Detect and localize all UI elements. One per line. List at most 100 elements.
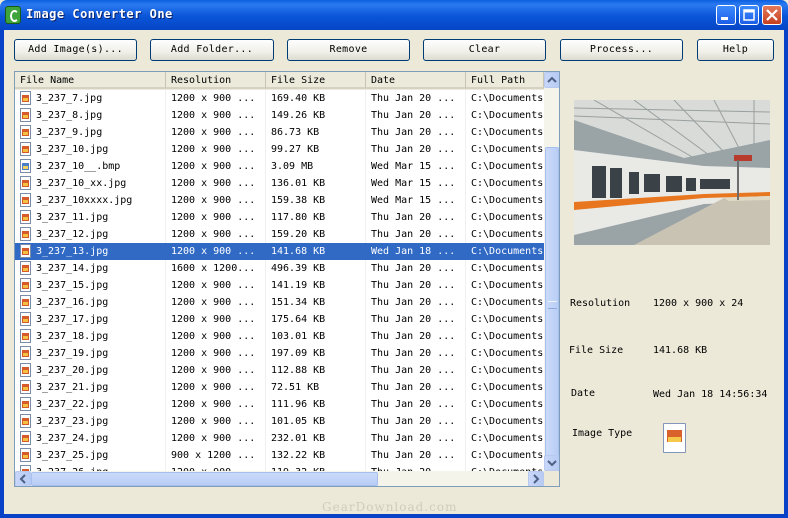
help-button[interactable]: Help [697,39,774,61]
table-row[interactable]: 3_237_24.jpg 1200 x 900 ... 232.01 KB Thu J… [15,430,544,447]
full-path-cell: C:\Documents [471,263,544,274]
resolution-cell: 1200 x 900 ... [171,110,256,121]
table-row[interactable]: 3_237_16.jpg 1200 x 900 ... 151.34 KB Thu J… [15,294,544,311]
date-cell: Thu Jan 20 ... [371,280,456,291]
add-folder-button[interactable]: Add Folder... [150,39,274,61]
column-header-resolution[interactable]: Resolution [166,72,266,89]
horizontal-scrollbar[interactable] [15,471,544,486]
file-size-cell: 117.80 KB [271,212,326,223]
column-divider [465,277,466,294]
resolution-cell: 1200 x 900 ... [171,382,256,393]
column-divider [165,447,166,464]
column-divider [265,294,266,311]
column-divider [365,328,366,345]
table-row[interactable]: 3_237_11.jpg 1200 x 900 ... 117.80 KB Thu J… [15,209,544,226]
table-row[interactable]: 3_237_10_xx.jpg 1200 x 900 ... 136.01 KB We… [15,175,544,192]
resolution-cell: 1200 x 900 ... [171,280,256,291]
scroll-down-button[interactable] [544,455,559,471]
date-cell: Wed Mar 15 ... [371,178,456,189]
column-divider [465,447,466,464]
file-size-cell: 159.38 KB [271,195,326,206]
column-divider [165,124,166,141]
resolution-cell: 1200 x 900 ... [171,195,256,206]
file-size-cell: 72.51 KB [271,382,320,393]
table-row[interactable]: 3_237_8.jpg 1200 x 900 ... 149.26 KB Thu Ja… [15,107,544,124]
clear-button[interactable]: Clear [423,39,546,61]
date-cell: Wed Jan 18 ... [371,246,456,257]
chevron-up-icon [547,76,557,83]
table-row[interactable]: 3_237_10__.bmp 1200 x 900 ... 3.09 MB Wed M… [15,158,544,175]
date-cell: Thu Jan 20 ... [371,365,456,376]
remove-button[interactable]: Remove [287,39,410,61]
minimize-button[interactable] [716,5,736,25]
table-row[interactable]: 3_237_13.jpg 1200 x 900 ... 141.68 KB Wed J… [15,243,544,260]
column-divider [265,192,266,209]
date-cell: Thu Jan 20 ... [371,263,456,274]
table-row[interactable]: 3_237_25.jpg 900 x 1200 ... 132.22 KB Thu J… [15,447,544,464]
table-row[interactable]: 3_237_18.jpg 1200 x 900 ... 103.01 KB Thu J… [15,328,544,345]
column-divider [165,141,166,158]
vertical-scrollbar[interactable] [544,72,559,471]
date-value: Wed Jan 18 14:56:34 [653,389,768,400]
file-name-cell: 3_237_23.jpg [36,416,109,427]
scroll-up-button[interactable] [544,72,559,88]
resolution-cell: 1200 x 900 ... [171,433,256,444]
column-header-full-path[interactable]: Full Path [466,72,544,89]
date-cell: Thu Jan 20 ... [371,229,456,240]
table-row[interactable]: 3_237_21.jpg 1200 x 900 ... 72.51 KB Thu Ja… [15,379,544,396]
column-header-date[interactable]: Date [366,72,466,89]
resolution-label: Resolution [570,298,631,309]
date-cell: Thu Jan 20 ... [371,212,456,223]
column-divider [265,107,266,124]
scroll-left-button[interactable] [15,471,31,486]
date-cell: Thu Jan 20 ... [371,127,456,138]
file-name-cell: 3_237_10__.bmp [36,161,121,172]
file-list[interactable]: File Name Resolution File Size Date Full… [14,71,560,487]
file-name-cell: 3_237_8.jpg [36,110,103,121]
table-row[interactable]: 3_237_19.jpg 1200 x 900 ... 197.09 KB Thu J… [15,345,544,362]
table-row[interactable]: 3_237_10.jpg 1200 x 900 ... 99.27 KB Thu Ja… [15,141,544,158]
full-path-cell: C:\Documents [471,161,544,172]
file-name-cell: 3_237_15.jpg [36,280,109,291]
file-size-cell: 232.01 KB [271,433,326,444]
column-divider [265,379,266,396]
resolution-cell: 1200 x 900 ... [171,416,256,427]
table-row[interactable]: 3_237_10xxxx.jpg 1200 x 900 ... 159.38 KB W… [15,192,544,209]
process-button[interactable]: Process... [560,39,683,61]
date-cell: Thu Jan 20 ... [371,399,456,410]
full-path-cell: C:\Documents [471,331,544,342]
table-row[interactable]: 3_237_17.jpg 1200 x 900 ... 175.64 KB Thu J… [15,311,544,328]
table-row[interactable]: 3_237_12.jpg 1200 x 900 ... 159.20 KB Thu J… [15,226,544,243]
column-divider [465,124,466,141]
table-row[interactable]: 3_237_23.jpg 1200 x 900 ... 101.05 KB Thu J… [15,413,544,430]
horizontal-scroll-thumb[interactable] [31,472,378,486]
column-divider [465,90,466,107]
vertical-scroll-thumb[interactable] [545,147,559,459]
column-divider [165,192,166,209]
scroll-right-button[interactable] [528,471,544,486]
date-label: Date [571,388,596,399]
table-row[interactable]: 3_237_15.jpg 1200 x 900 ... 141.19 KB Thu J… [15,277,544,294]
full-path-cell: C:\Documents [471,382,544,393]
column-header-file-size[interactable]: File Size [266,72,366,89]
column-header-file-name[interactable]: File Name [15,72,166,89]
maximize-button[interactable] [739,5,759,25]
title-bar[interactable]: Image Converter One [0,0,788,30]
close-button[interactable] [762,5,782,25]
date-cell: Wed Mar 15 ... [371,195,456,206]
table-row[interactable]: 3_237_9.jpg 1200 x 900 ... 86.73 KB Thu Jan… [15,124,544,141]
jpg-file-icon [20,295,31,309]
add-images-button[interactable]: Add Image(s)... [14,39,137,61]
file-size-cell: 99.27 KB [271,144,320,155]
full-path-cell: C:\Documents [471,212,544,223]
column-divider [465,209,466,226]
full-path-cell: C:\Documents [471,127,544,138]
table-row[interactable]: 3_237_7.jpg 1200 x 900 ... 169.40 KB Thu Ja… [15,90,544,107]
table-row[interactable]: 3_237_22.jpg 1200 x 900 ... 111.96 KB Thu J… [15,396,544,413]
table-row[interactable]: 3_237_20.jpg 1200 x 900 ... 112.88 KB Thu J… [15,362,544,379]
file-name-cell: 3_237_17.jpg [36,314,109,325]
table-row[interactable]: 3_237_14.jpg 1600 x 1200... 496.39 KB Thu J… [15,260,544,277]
column-divider [365,107,366,124]
column-divider [365,447,366,464]
full-path-cell: C:\Documents [471,365,544,376]
